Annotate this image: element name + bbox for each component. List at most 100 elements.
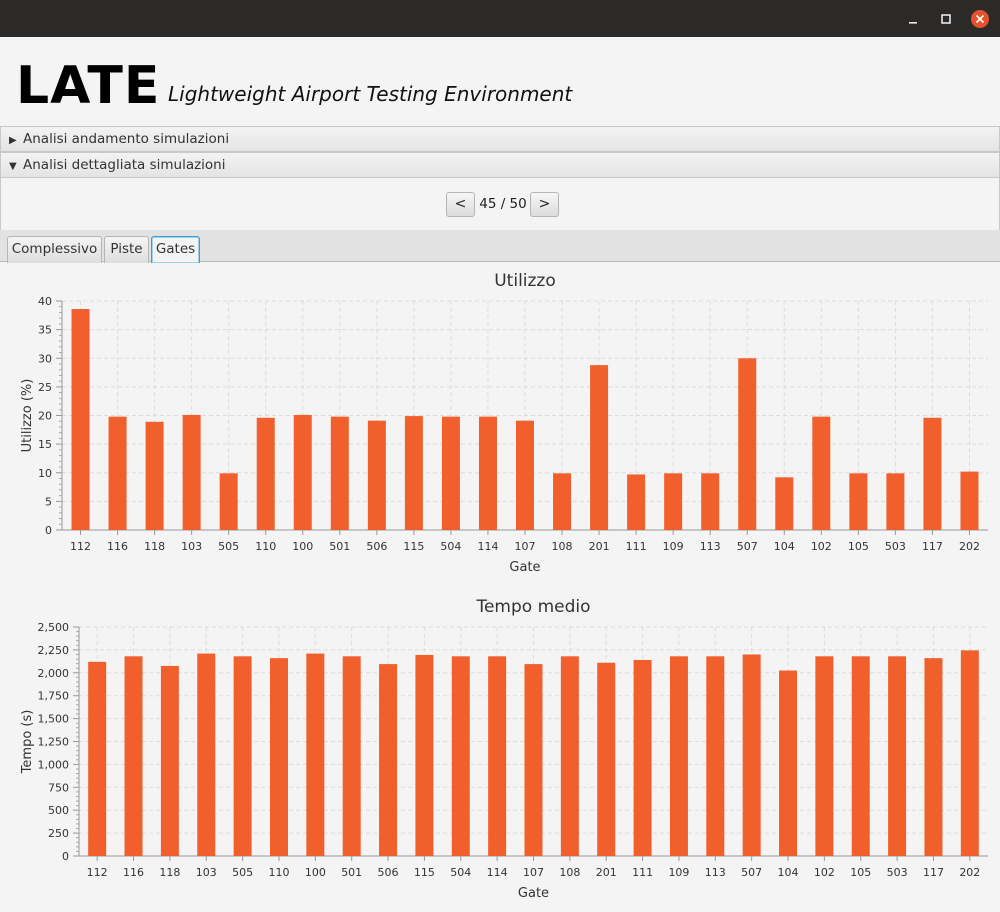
next-simulation-button[interactable]: > (530, 192, 559, 217)
bar-102 (812, 416, 831, 530)
collapsed-arrow-icon: ▶ (9, 135, 17, 146)
y-tick-label: 2,500 (38, 621, 70, 634)
bar-107 (516, 420, 534, 530)
x-tick-label: 201 (596, 866, 617, 879)
y-tick-label: 2,250 (38, 644, 70, 657)
x-tick-label: 113 (705, 866, 726, 879)
previous-simulation-button[interactable]: < (446, 192, 475, 217)
expanded-arrow-icon: ▼ (9, 161, 17, 172)
y-tick-label: 1,750 (38, 690, 70, 703)
y-axis-label: Utilizzo (%) (20, 379, 35, 453)
pane-analisi-dettagliata[interactable]: ▼ Analisi dettagliata simulazioni (0, 152, 1000, 178)
bar-105 (851, 656, 870, 856)
bar-107 (524, 664, 543, 856)
x-tick-label: 116 (107, 540, 128, 553)
tab-piste[interactable]: Piste (104, 236, 149, 263)
x-tick-label: 505 (218, 540, 239, 553)
utilizzo-chart: Utilizzo 0 5 10 15 20 25 30 35 40 112 116 118 103 505 1… (20, 271, 988, 575)
x-tick-label: 111 (632, 866, 653, 879)
simulation-pager: < 45 / 50 > (0, 178, 1000, 230)
x-tick-label: 107 (523, 866, 544, 879)
x-tick-label: 501 (329, 540, 350, 553)
y-tick-label: 0 (62, 850, 69, 863)
bar-112 (88, 661, 107, 856)
x-tick-label: 115 (403, 540, 424, 553)
y-tick-label: 1,250 (38, 736, 70, 749)
bar-108 (553, 473, 572, 530)
bar-109 (664, 473, 683, 530)
bar-111 (627, 474, 646, 530)
pane-label: Analisi andamento simulazioni (23, 131, 230, 147)
maximize-icon[interactable] (936, 9, 956, 29)
chart-title: Utilizzo (494, 271, 556, 291)
bar-201 (590, 365, 609, 530)
x-tick-label: 103 (181, 540, 202, 553)
x-tick-label: 103 (196, 866, 217, 879)
bar-104 (775, 477, 794, 530)
x-axis-label: Gate (509, 560, 540, 575)
x-tick-label: 107 (515, 540, 536, 553)
bar-506 (379, 664, 398, 856)
y-axis-label: Tempo (s) (20, 710, 35, 775)
x-tick-label: 118 (144, 540, 165, 553)
tempo-medio-chart: Tempo medio 0 250 500 750 1,000 1,250 1,500 1,75… (20, 597, 988, 901)
bar-117 (923, 417, 942, 530)
y-tick-label: 25 (38, 381, 52, 394)
x-tick-label: 102 (811, 540, 832, 553)
bar-201 (597, 662, 616, 856)
x-tick-label: 505 (232, 866, 253, 879)
x-tick-label: 202 (959, 540, 980, 553)
y-tick-label: 250 (48, 827, 69, 840)
x-tick-label: 112 (87, 866, 108, 879)
x-tick-label: 100 (305, 866, 326, 879)
bar-507 (738, 358, 757, 530)
x-tick-label: 201 (589, 540, 610, 553)
x-tick-label: 100 (292, 540, 313, 553)
close-icon[interactable] (970, 9, 990, 29)
x-tick-label: 110 (268, 866, 289, 879)
x-tick-label: 118 (159, 866, 180, 879)
bar-110 (256, 417, 275, 530)
x-tick-label: 506 (366, 540, 387, 553)
y-tick-label: 20 (38, 410, 52, 423)
tab-complessivo[interactable]: Complessivo (7, 236, 102, 263)
bar-113 (706, 656, 725, 856)
pane-analisi-andamento[interactable]: ▶ Analisi andamento simulazioni (0, 126, 1000, 152)
y-tick-label: 35 (38, 324, 52, 337)
x-tick-label: 503 (885, 540, 906, 553)
bar-103 (197, 653, 216, 856)
bar-503 (888, 656, 907, 856)
x-tick-label: 507 (737, 540, 758, 553)
y-tick-label: 5 (45, 495, 52, 508)
tab-bar: Complessivo Piste Gates (0, 230, 1000, 263)
bar-501 (330, 416, 349, 530)
bar-110 (269, 658, 288, 856)
bar-112 (71, 309, 90, 530)
bar-109 (669, 656, 688, 856)
bar-102 (815, 656, 834, 856)
y-tick-label: 1,000 (38, 758, 70, 771)
y-tick-label: 750 (48, 781, 69, 794)
minimize-icon[interactable] (903, 9, 923, 29)
bar-103 (182, 414, 201, 530)
x-tick-label: 501 (341, 866, 362, 879)
bar-111 (633, 659, 652, 856)
x-tick-label: 117 (922, 540, 943, 553)
x-tick-label: 108 (552, 540, 573, 553)
x-tick-label: 114 (487, 866, 508, 879)
app-logo: LATE (16, 56, 161, 116)
y-tick-label: 500 (48, 804, 69, 817)
x-tick-label: 503 (887, 866, 908, 879)
x-tick-label: 104 (778, 866, 799, 879)
x-tick-label: 104 (774, 540, 795, 553)
x-tick-label: 116 (123, 866, 144, 879)
y-tick-label: 0 (45, 524, 52, 537)
bar-100 (306, 653, 325, 856)
y-tick-label: 1,500 (38, 713, 70, 726)
tab-gates[interactable]: Gates (151, 236, 200, 263)
x-tick-label: 506 (378, 866, 399, 879)
bar-104 (779, 670, 798, 856)
x-tick-label: 507 (741, 866, 762, 879)
y-tick-label: 15 (38, 438, 52, 451)
page-indicator: 45 / 50 (479, 196, 527, 212)
